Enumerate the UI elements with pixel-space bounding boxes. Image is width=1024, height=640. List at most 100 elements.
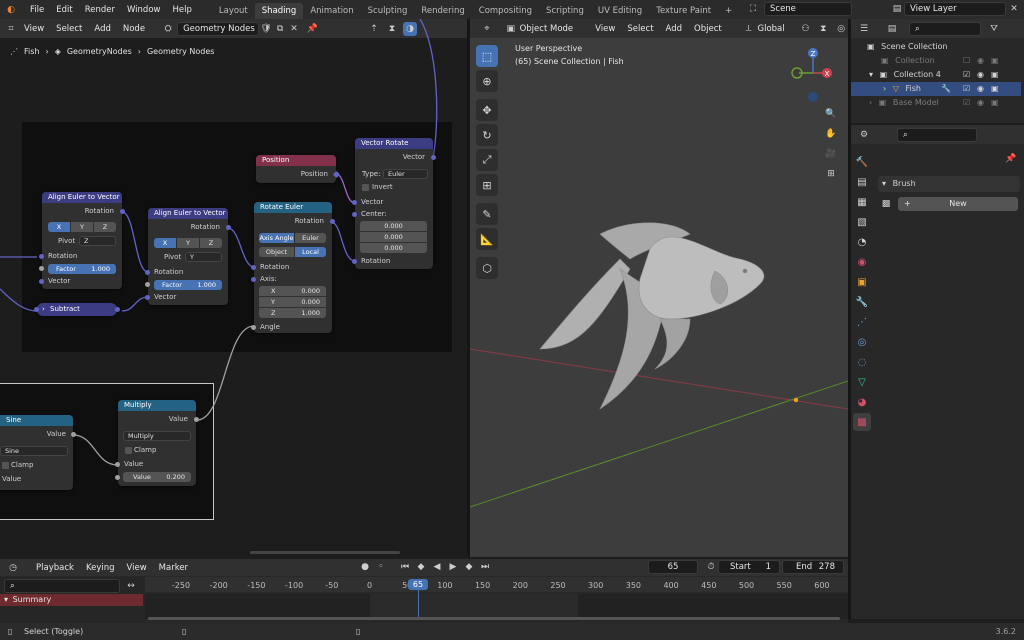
brush-panel-header[interactable]: ▾ Brush <box>878 176 1020 192</box>
record-icon[interactable]: ● <box>358 560 372 574</box>
output-rotation-socket[interactable] <box>120 209 125 214</box>
zoom-icon[interactable]: 🔍 <box>824 107 838 121</box>
input-center-socket[interactable] <box>352 212 357 217</box>
center-z-field[interactable]: 0.000 <box>360 243 427 253</box>
pin-icon[interactable]: 📌 <box>1004 152 1018 166</box>
start-frame-field[interactable]: Start 1 <box>718 560 780 574</box>
outliner-row-fish[interactable]: › ▽ Fish 🔧 ☑ ◉ ▣ <box>851 82 1021 96</box>
tab-rendering[interactable]: Rendering <box>414 3 471 19</box>
output-value-socket[interactable] <box>71 432 76 437</box>
filter-icon[interactable]: ⛛ <box>987 22 1001 36</box>
center-x-field[interactable]: 0.000 <box>360 221 427 231</box>
render-camera-icon[interactable]: ▣ <box>991 96 999 110</box>
exclude-checkbox-icon[interactable]: ☑ <box>963 96 970 110</box>
view-layer-icon[interactable]: ▤ <box>890 2 904 16</box>
axis-x-button[interactable]: X <box>154 238 176 248</box>
axis-x-button[interactable]: X <box>48 222 70 232</box>
pivot-dropdown[interactable]: Z <box>79 236 116 246</box>
node-editor-scrollbar[interactable] <box>250 551 400 554</box>
display-mode-icon[interactable]: ▤ <box>885 22 899 36</box>
output-tab-icon[interactable]: ▦ <box>853 193 871 211</box>
summary-channel[interactable]: ▾ Summary <box>0 594 143 606</box>
tab-scripting[interactable]: Scripting <box>539 3 591 19</box>
node-title[interactable]: Align Euler to Vector <box>42 192 122 203</box>
value2-field[interactable]: Value 0.200 <box>123 472 191 482</box>
jump-start-icon[interactable]: ⏮ <box>398 560 412 574</box>
prev-keyframe-icon[interactable]: ◆ <box>414 560 428 574</box>
input-rotation-socket[interactable] <box>39 254 44 259</box>
node-title[interactable]: Rotate Euler <box>254 202 332 213</box>
next-keyframe-icon[interactable]: ◆ <box>462 560 476 574</box>
object-tab-icon[interactable]: ▣ <box>853 273 871 291</box>
node-subtract[interactable]: › Subtract <box>34 303 120 316</box>
add-workspace-button[interactable]: + <box>718 3 739 19</box>
clamp-checkbox[interactable] <box>125 447 132 454</box>
input-value2-socket[interactable] <box>115 475 120 480</box>
camera-view-icon[interactable]: 🎥 <box>824 147 838 161</box>
output-vector-socket[interactable] <box>431 155 436 160</box>
timeline-search-input[interactable]: ⌕ <box>4 579 120 593</box>
node-sine[interactable]: Sine Value Sine Clamp Value <box>0 415 76 490</box>
input-rotation-socket[interactable] <box>145 270 150 275</box>
clamp-checkbox[interactable] <box>2 462 9 469</box>
properties-search-input[interactable]: ⌕ <box>897 127 977 142</box>
node-vector-rotate[interactable]: Vector Rotate Vector Type: Euler Invert … <box>352 138 436 269</box>
playhead-frame-badge[interactable]: 65 <box>408 579 428 590</box>
tab-layout[interactable]: Layout <box>212 3 255 19</box>
tab-compositing[interactable]: Compositing <box>472 3 539 19</box>
menu-help[interactable]: Help <box>166 5 197 15</box>
menu-edit[interactable]: Edit <box>50 5 78 15</box>
input-socket[interactable] <box>34 307 39 312</box>
visibility-eye-icon[interactable]: ◉ <box>977 82 984 96</box>
outliner-row-base-model[interactable]: › ▣ Base Model ☑ ◉ ▣ <box>851 96 1021 110</box>
close-view-layer-icon[interactable]: ✕ <box>1007 2 1021 16</box>
local-space-button[interactable]: Local <box>295 247 326 257</box>
input-vector-socket[interactable] <box>39 279 44 284</box>
output-socket[interactable] <box>115 307 120 312</box>
collapse-chevron-icon[interactable]: › <box>42 305 45 313</box>
render-camera-icon[interactable]: ▣ <box>991 54 999 68</box>
timeline-menu-keying[interactable]: Keying <box>80 563 121 573</box>
input-rotation-socket[interactable] <box>352 259 357 264</box>
constraints-tab-icon[interactable]: ◌ <box>853 353 871 371</box>
menu-render[interactable]: Render <box>79 5 121 15</box>
jump-end-icon[interactable]: ⏭ <box>478 560 492 574</box>
outliner-row-collection-4[interactable]: ▾ ▣ Collection 4 ☑ ◉ ▣ <box>851 68 1021 82</box>
expand-arrow-icon[interactable]: ▾ <box>869 70 873 79</box>
axis-z-button[interactable]: Z <box>200 238 222 248</box>
euler-button[interactable]: Euler <box>295 233 326 243</box>
navigation-gizmo[interactable]: Z X <box>785 47 835 107</box>
visibility-eye-icon[interactable]: ◉ <box>977 54 984 68</box>
swap-arrows-icon[interactable]: ↔ <box>124 579 138 593</box>
input-factor-socket[interactable] <box>145 282 150 287</box>
outliner-search-input[interactable]: ⌕ <box>909 21 981 36</box>
center-y-field[interactable]: 0.000 <box>360 232 427 242</box>
node-title[interactable]: Vector Rotate <box>355 138 433 149</box>
input-vector-socket[interactable] <box>352 200 357 205</box>
tab-sculpting[interactable]: Sculpting <box>361 3 415 19</box>
axis-z-field[interactable]: Z 1.000 <box>259 308 326 318</box>
axis-y-field[interactable]: Y 0.000 <box>259 297 326 307</box>
world-tab-icon[interactable]: ◉ <box>853 253 871 271</box>
exclude-checkbox-icon[interactable]: ☑ <box>963 82 970 96</box>
physics-tab-icon[interactable]: ◎ <box>853 333 871 351</box>
editor-type-icon[interactable]: ◷ <box>6 561 20 575</box>
pan-hand-icon[interactable]: ✋ <box>824 127 838 141</box>
outliner-row-scene-collection[interactable]: ▣ Scene Collection <box>851 40 1021 54</box>
object-space-button[interactable]: Object <box>259 247 294 257</box>
view-layer-tab-icon[interactable]: ▧ <box>853 213 871 231</box>
timeline-menu-marker[interactable]: Marker <box>153 563 194 573</box>
axis-y-button[interactable]: Y <box>71 222 93 232</box>
menu-window[interactable]: Window <box>121 5 167 15</box>
expand-arrow-icon[interactable]: › <box>869 98 872 107</box>
factor-field[interactable]: Factor 1.000 <box>154 280 222 290</box>
play-reverse-icon[interactable]: ◀ <box>430 560 444 574</box>
keyframe-auto-icon[interactable]: ◦ <box>374 560 388 574</box>
node-position[interactable]: Position Position <box>256 155 341 183</box>
scene-tab-icon[interactable]: ◔ <box>853 233 871 251</box>
output-rotation-socket[interactable] <box>330 219 335 224</box>
factor-field[interactable]: Factor 1.000 <box>48 264 116 274</box>
operation-dropdown[interactable]: Multiply <box>123 431 191 441</box>
axis-y-button[interactable]: Y <box>177 238 199 248</box>
node-align-euler-to-vector-1[interactable]: Align Euler to Vector Rotation X Y Z Piv… <box>39 192 125 289</box>
